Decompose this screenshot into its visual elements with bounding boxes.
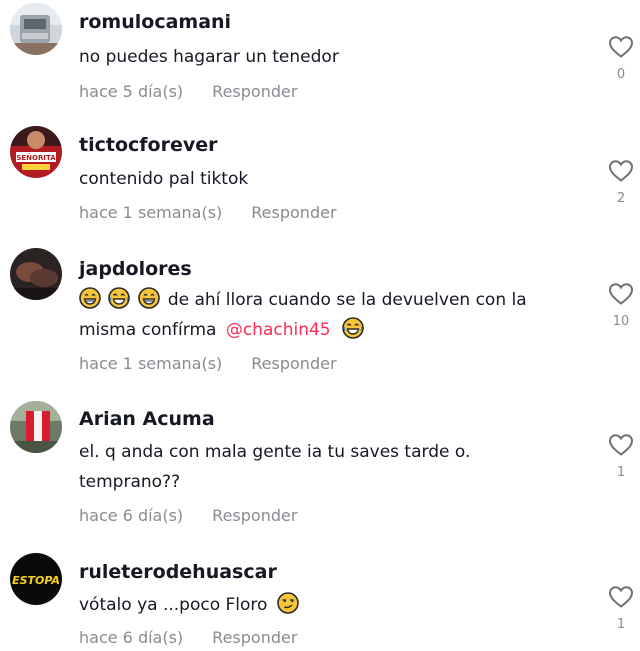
reply-button[interactable]: Responder	[251, 354, 336, 373]
comment-meta: hace 5 día(s) Responder	[79, 82, 579, 101]
joy-emoji-icon	[342, 317, 364, 339]
comment-meta: hace 6 día(s) Responder	[79, 628, 579, 647]
reply-button[interactable]: Responder	[212, 82, 297, 101]
comment-meta: hace 1 semana(s) Responder	[79, 203, 579, 222]
grinning-emoji-icon	[138, 287, 160, 309]
avatar[interactable]: ESTOPA	[10, 553, 62, 605]
joy-emoji-icon	[108, 287, 130, 309]
truck-avatar-icon	[10, 3, 62, 55]
avatar[interactable]	[10, 401, 62, 453]
comment-text: el. q anda con mala gente ia tu saves ta…	[79, 437, 579, 497]
reply-button[interactable]: Responder	[212, 506, 297, 525]
like-count: 10	[612, 314, 630, 329]
comment-username[interactable]: ruleterodehuascar	[79, 560, 579, 584]
heart-icon[interactable]	[608, 159, 634, 183]
heart-icon[interactable]	[608, 282, 634, 306]
like-count: 2	[616, 191, 626, 206]
mention-link[interactable]: @chachin45	[226, 320, 331, 340]
like-button[interactable]: 0	[606, 35, 636, 82]
comment-text: no puedes hagarar un tenedor	[79, 47, 339, 67]
comment-time: hace 6 día(s)	[79, 628, 184, 647]
comment-text-line1: el. q anda con mala gente ia tu saves ta…	[79, 442, 471, 462]
comment-text-line1: de ahí llora cuando se la devuelven con …	[167, 290, 527, 310]
estopa-avatar-icon: ESTOPA	[10, 553, 62, 605]
reply-button[interactable]: Responder	[212, 628, 297, 647]
smirk-emoji-icon	[277, 592, 299, 614]
grinning-emoji-icon	[79, 287, 101, 309]
heart-icon[interactable]	[608, 35, 634, 59]
comment-text-line2: temprano??	[79, 472, 181, 492]
comment-time: hace 6 día(s)	[79, 506, 184, 525]
comment-meta: hace 1 semana(s) Responder	[79, 354, 579, 373]
like-button[interactable]: 1	[606, 433, 636, 480]
like-button[interactable]: 10	[606, 282, 636, 329]
like-count: 1	[616, 465, 626, 480]
like-count: 1	[616, 617, 626, 632]
comment-text-line2: misma confírma	[79, 320, 217, 340]
avatar[interactable]	[10, 248, 62, 300]
photo-avatar-icon	[10, 248, 62, 300]
comment-text: vótalo ya ...poco Floro	[79, 590, 579, 620]
senorita-avatar-icon: SEÑORITA	[10, 126, 62, 178]
comment-text: de ahí llora cuando se la devuelven con …	[79, 285, 579, 345]
comment-time: hace 1 semana(s)	[79, 203, 223, 222]
comment-username[interactable]: Arian Acuma	[79, 407, 579, 431]
heart-icon[interactable]	[608, 585, 634, 609]
comment-text: contenido pal tiktok	[79, 169, 249, 189]
avatar[interactable]	[10, 3, 62, 55]
like-count: 0	[616, 67, 626, 82]
like-button[interactable]: 1	[606, 585, 636, 632]
comment-time: hace 1 semana(s)	[79, 354, 223, 373]
comment-username[interactable]: romulocamani	[79, 10, 579, 34]
comment-username[interactable]: tictocforever	[79, 133, 579, 157]
heart-icon[interactable]	[608, 433, 634, 457]
senorita-logo-text: SEÑORITA	[16, 153, 56, 162]
reply-button[interactable]: Responder	[251, 203, 336, 222]
like-button[interactable]: 2	[606, 159, 636, 206]
flag-avatar-icon	[10, 401, 62, 453]
comment-time: hace 5 día(s)	[79, 82, 184, 101]
comment-username[interactable]: japdolores	[79, 257, 579, 281]
comment-text-content: vótalo ya ...poco Floro	[79, 595, 268, 615]
avatar[interactable]: SEÑORITA	[10, 126, 62, 178]
estopa-logo-text: ESTOPA	[12, 574, 60, 587]
comment-meta: hace 6 día(s) Responder	[79, 506, 579, 525]
